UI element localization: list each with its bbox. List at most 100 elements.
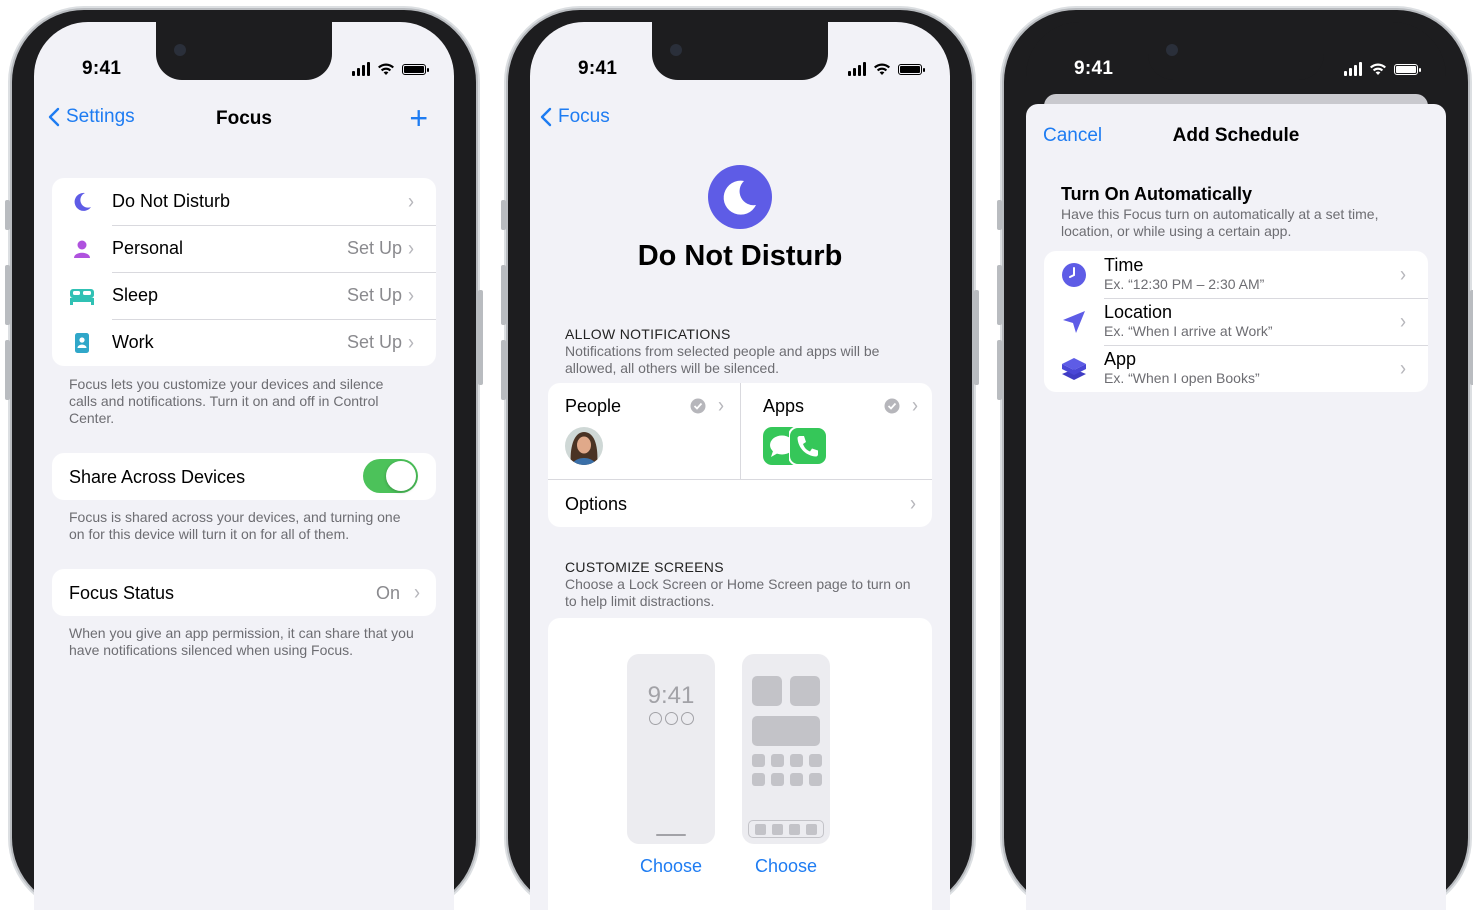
bed-icon — [70, 288, 94, 305]
widget-dots — [649, 712, 694, 725]
wifi-icon — [1370, 63, 1386, 75]
options-label: Options — [565, 494, 628, 514]
phone-frame-add-schedule: 9:41 Cancel Add Schedule Turn On Automat… — [997, 10, 1473, 910]
focus-status-value: On — [375, 583, 400, 603]
cellular-signal-icon — [848, 62, 866, 76]
home-screen-preview[interactable] — [742, 654, 830, 844]
moon-icon — [74, 192, 91, 211]
wifi-icon — [378, 63, 394, 75]
chevron-right-icon: › — [1400, 261, 1406, 286]
app-grid — [752, 754, 822, 786]
status-time: 9:41 — [1074, 58, 1114, 79]
apps-label: Apps — [763, 396, 805, 416]
share-across-devices-row: Share Across Devices — [52, 453, 436, 500]
camera-dot — [174, 44, 186, 56]
screen-add-schedule: 9:41 Cancel Add Schedule Turn On Automat… — [1026, 22, 1446, 910]
phone-app-icon — [789, 427, 827, 465]
status-time: 9:41 — [578, 58, 618, 79]
options-row[interactable]: Options › — [548, 480, 932, 527]
allow-notifications-subtitle: Notifications from selected people and a… — [565, 343, 880, 376]
focus-item-sleep[interactable]: Sleep Set Up › — [52, 272, 436, 319]
focus-status-row[interactable]: Focus Status On › — [52, 569, 436, 616]
focus-item-personal[interactable]: Personal Set Up › — [52, 225, 436, 272]
status-footer: When you give an app permission, it can … — [69, 625, 414, 658]
focus-item-value: Set Up — [346, 285, 402, 305]
customize-screens-card: 9:41 Choose Choose — [548, 618, 932, 910]
focus-item-label: Sleep — [112, 285, 159, 305]
screen-focus-settings: 9:41 Settings Focus + Do Not Disturb › P… — [34, 22, 454, 910]
focus-title: Do Not Disturb — [637, 240, 843, 272]
apps-cell[interactable]: Apps › — [741, 383, 932, 479]
chevron-right-icon: › — [414, 579, 420, 604]
phone-frame-focus-settings: 9:41 Settings Focus + Do Not Disturb › P… — [5, 10, 483, 910]
focus-item-value: Set Up — [346, 332, 402, 352]
share-across-devices-toggle[interactable] — [363, 459, 418, 493]
focus-list: Do Not Disturb › Personal Set Up › Sleep… — [52, 178, 436, 366]
battery-icon — [402, 63, 429, 75]
add-schedule-sheet: Cancel Add Schedule Turn On Automaticall… — [1026, 104, 1446, 910]
badge-icon — [75, 332, 89, 353]
allow-notifications-header: ALLOW NOTIFICATIONS — [565, 326, 731, 342]
focus-item-label: Personal — [112, 238, 184, 258]
chevron-right-icon: › — [1400, 355, 1406, 380]
chevron-right-icon: › — [912, 392, 918, 417]
back-button-focus[interactable]: Focus — [540, 106, 610, 128]
chevron-right-icon: › — [408, 329, 414, 354]
status-bar: 9:41 — [1026, 58, 1446, 82]
share-footer: Focus is shared across your devices, and… — [69, 509, 401, 542]
choose-lock-screen-button[interactable]: Choose — [627, 856, 715, 877]
cellular-signal-icon — [1344, 62, 1362, 76]
back-label: Focus — [558, 106, 610, 127]
lock-screen-preview[interactable]: 9:41 — [627, 654, 715, 844]
status-bar: 9:41 — [34, 58, 454, 82]
option-example: Ex. “When I arrive at Work” — [1104, 322, 1273, 339]
choose-home-screen-button[interactable]: Choose — [742, 856, 830, 877]
camera-dot — [1166, 44, 1178, 56]
option-label: Location — [1104, 301, 1173, 322]
option-example: Ex. “When I open Books” — [1104, 369, 1260, 386]
focus-item-work[interactable]: Work Set Up › — [52, 319, 436, 366]
section-subtitle: Have this Focus turn on automatically at… — [1061, 206, 1379, 239]
schedule-option-app[interactable]: App Ex. “When I open Books” › — [1044, 345, 1428, 392]
share-label: Share Across Devices — [69, 467, 246, 487]
clock-icon — [1062, 262, 1086, 287]
chevron-left-icon — [540, 107, 552, 127]
focus-item-label: Do Not Disturb — [112, 191, 231, 211]
status-time: 9:41 — [82, 58, 122, 79]
person-icon — [74, 240, 90, 258]
lock-screen-time: 9:41 — [647, 682, 695, 709]
sheet-title: Add Schedule — [1172, 125, 1300, 146]
battery-icon — [1394, 63, 1421, 75]
status-bar: 9:41 — [530, 58, 950, 82]
camera-dot — [670, 44, 682, 56]
people-cell[interactable]: People › — [548, 383, 741, 479]
layers-icon — [1062, 357, 1086, 380]
location-arrow-icon — [1063, 310, 1085, 333]
home-indicator — [656, 834, 686, 836]
chevron-right-icon: › — [1400, 308, 1406, 333]
people-label: People — [565, 396, 622, 416]
checkmark-seal-icon — [884, 398, 900, 414]
nav-bar: Focus — [530, 106, 950, 134]
checkmark-seal-icon — [690, 398, 706, 414]
focus-item-label: Work — [112, 332, 154, 352]
option-label: Time — [1104, 254, 1144, 275]
add-focus-button[interactable]: + — [409, 102, 428, 134]
customize-screens-subtitle: Choose a Lock Screen or Home Screen page… — [565, 576, 911, 609]
cellular-signal-icon — [352, 62, 370, 76]
chevron-right-icon: › — [408, 282, 414, 307]
option-example: Ex. “12:30 PM – 2:30 AM” — [1104, 275, 1265, 292]
phone-frame-do-not-disturb: 9:41 Focus Do Not Disturb ALLOW NOTIFICA… — [501, 10, 979, 910]
option-label: App — [1104, 348, 1137, 369]
focus-item-value: Set Up — [346, 238, 402, 258]
moon-icon — [708, 165, 772, 229]
contact-avatar — [565, 427, 603, 465]
customize-screens-header: CUSTOMIZE SCREENS — [565, 559, 724, 575]
schedule-option-location[interactable]: Location Ex. “When I arrive at Work” › — [1044, 298, 1428, 345]
section-title: Turn On Automatically — [1061, 184, 1253, 204]
allow-notifications-card: People › Apps › Options › — [548, 383, 932, 527]
focus-item-do-not-disturb[interactable]: Do Not Disturb › — [52, 178, 436, 225]
focus-status-label: Focus Status — [69, 583, 175, 603]
schedule-option-time[interactable]: Time Ex. “12:30 PM – 2:30 AM” › — [1044, 251, 1428, 298]
screen-do-not-disturb: 9:41 Focus Do Not Disturb ALLOW NOTIFICA… — [530, 22, 950, 910]
